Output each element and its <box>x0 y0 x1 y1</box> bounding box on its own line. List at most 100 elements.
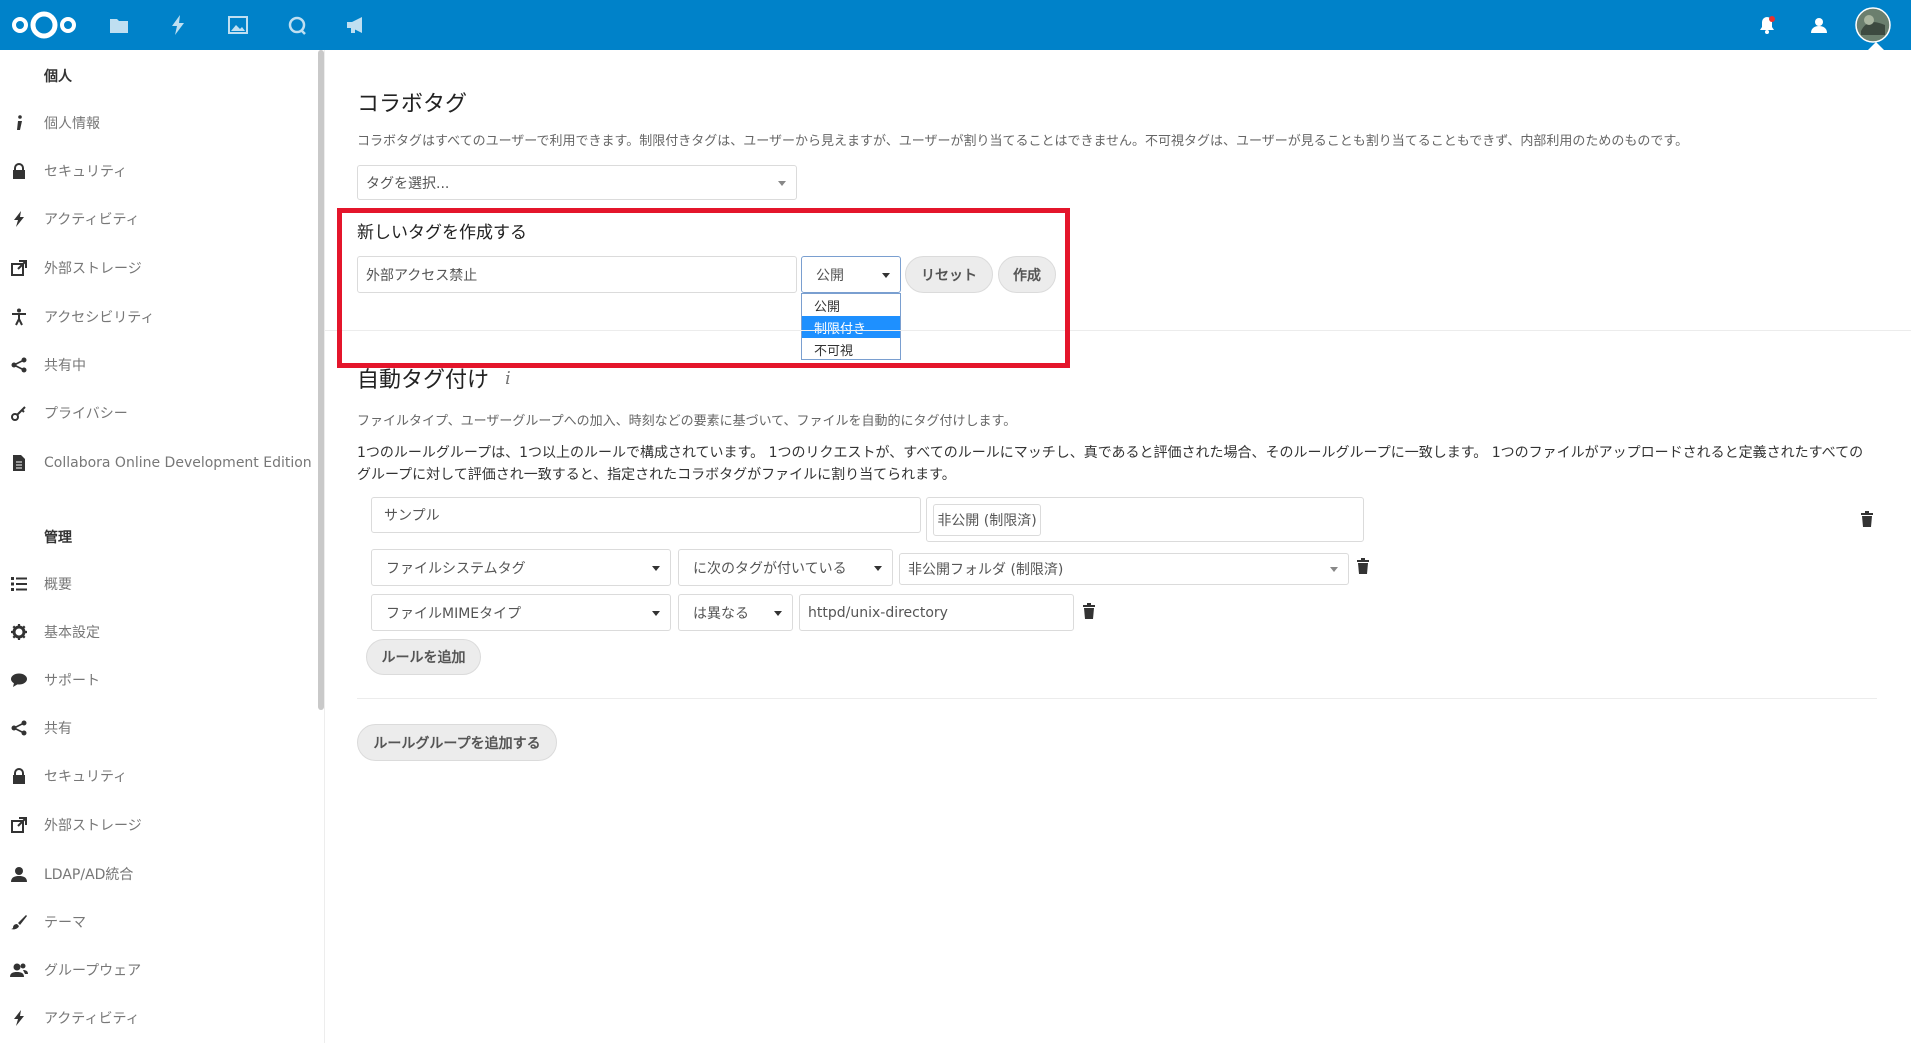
delete-rule-1-trash-icon[interactable] <box>1356 558 1370 574</box>
sidebar-item-label: プライバシー <box>44 406 128 422</box>
files-folder-icon[interactable] <box>104 0 134 50</box>
sidebar-item-label: 共有 <box>44 721 72 737</box>
rule-1-value: 非公開フォルダ (制限済) <box>908 562 1064 578</box>
chat-bubble-icon <box>10 671 28 689</box>
sidebar-item-label: 外部ストレージ <box>44 261 142 277</box>
rule-2-check-select[interactable]: ファイルMIMEタイプ <box>371 594 671 631</box>
sidebar-item-accessibility[interactable]: アクセシビリティ <box>0 297 318 337</box>
rule-2-operator-select[interactable]: は異なる <box>678 594 793 631</box>
talk-search-icon[interactable] <box>282 0 312 50</box>
sidebar-item-label: Collabora Online Development Edition <box>44 455 312 471</box>
rule-2-operator-value: は異なる <box>693 605 749 622</box>
activity-lightning-icon[interactable] <box>163 0 193 50</box>
rule-1-value-select[interactable]: 非公開フォルダ (制限済) <box>899 553 1349 585</box>
rule-1-operator-value: に次のタグが付いている <box>693 560 847 577</box>
sidebar-item-share-admin[interactable]: 共有 <box>0 708 318 748</box>
sidebar-item-label: LDAP/AD統合 <box>44 867 134 883</box>
menu-pointer <box>1868 42 1884 50</box>
sidebar-item-security-admin[interactable]: セキュリティ <box>0 756 318 796</box>
collab-tags-title: コラボタグ <box>357 92 468 117</box>
sidebar-item-support[interactable]: サポート <box>0 660 318 700</box>
personal-heading: 個人 <box>44 69 72 85</box>
photos-image-icon[interactable] <box>223 0 253 50</box>
user-icon <box>10 865 28 883</box>
sidebar-item-theme[interactable]: テーマ <box>0 902 318 942</box>
sidebar-item-label: 外部ストレージ <box>44 818 142 834</box>
paint-brush-icon <box>10 913 28 931</box>
group-icon <box>10 961 28 979</box>
sidebar-item-label: 概要 <box>44 577 72 593</box>
rule-2-check-value: ファイルMIMEタイプ <box>386 605 522 622</box>
rule-group-divider <box>357 698 1877 699</box>
tag-select-dropdown[interactable]: タグを選択... <box>357 165 797 200</box>
sidebar-item-label: セキュリティ <box>44 769 128 785</box>
top-header <box>0 0 1911 50</box>
announcement-megaphone-icon[interactable] <box>341 0 373 50</box>
rule-1-check-value: ファイルシステムタグ <box>386 560 526 577</box>
sidebar-item-label: アクティビティ <box>44 1011 140 1027</box>
collab-tags-description: コラボタグはすべてのユーザーで利用できます。制限付きタグは、ユーザーから見えます… <box>357 134 1689 149</box>
sidebar-item-activity-admin[interactable]: アクティビティ <box>0 998 318 1038</box>
external-link-icon <box>10 259 28 277</box>
sidebar-item-sharing[interactable]: 共有中 <box>0 345 318 385</box>
document-icon <box>10 454 28 472</box>
sidebar-item-security[interactable]: セキュリティ <box>0 151 318 191</box>
nextcloud-logo-icon[interactable] <box>4 0 84 50</box>
assigned-tag-chip[interactable]: 非公開 (制限済) <box>933 504 1041 536</box>
settings-sidebar: 個人 個人情報 セキュリティ アクティビティ 外部ストレージ アクセシビリティ … <box>0 50 325 1043</box>
highlight-annotation-box <box>337 208 1070 368</box>
rule-group-name-input[interactable]: サンプル <box>371 497 921 533</box>
settings-content: コラボタグ コラボタグはすべてのユーザーで利用できます。制限付きタグは、ユーザー… <box>325 50 1911 1043</box>
accessibility-icon <box>10 308 28 326</box>
rule-2-value-input[interactable]: httpd/unix-directory <box>799 594 1074 631</box>
delete-rule-group-trash-icon[interactable] <box>1860 511 1874 527</box>
chevron-down-icon <box>778 180 786 186</box>
gear-icon <box>10 623 28 641</box>
auto-tagging-description: ファイルタイプ、ユーザーグループへの加入、時刻などの要素に基づいて、ファイルを自… <box>357 414 1017 429</box>
chevron-down-icon <box>874 565 882 571</box>
sidebar-item-basic-settings[interactable]: 基本設定 <box>0 612 318 652</box>
sidebar-item-personal-info[interactable]: 個人情報 <box>0 103 318 143</box>
auto-tagging-explanation: 1つのルールグループは、1つ以上のルールで構成されています。 1つのリクエストが… <box>357 445 1864 483</box>
sidebar-item-label: 共有中 <box>44 358 86 374</box>
sidebar-item-label: セキュリティ <box>44 164 128 180</box>
add-rule-group-button[interactable]: ルールグループを追加する <box>357 724 557 761</box>
lightning-icon <box>10 1009 28 1027</box>
external-link-icon <box>10 816 28 834</box>
sidebar-item-label: 基本設定 <box>44 625 100 641</box>
rule-2-value: httpd/unix-directory <box>808 604 948 621</box>
sidebar-item-label: サポート <box>44 673 100 689</box>
tag-select-placeholder: タグを選択... <box>366 175 450 192</box>
admin-heading: 管理 <box>44 530 72 546</box>
sidebar-item-activity[interactable]: アクティビティ <box>0 199 318 239</box>
chevron-down-icon <box>652 565 660 571</box>
contacts-user-icon[interactable] <box>1807 0 1831 50</box>
chevron-down-icon <box>1330 567 1338 572</box>
info-icon[interactable]: i <box>505 368 511 389</box>
share-icon <box>10 356 28 374</box>
info-icon <box>10 114 28 132</box>
rule-1-check-select[interactable]: ファイルシステムタグ <box>371 549 671 586</box>
list-icon <box>10 575 28 593</box>
notifications-bell-icon[interactable] <box>1755 0 1779 50</box>
sidebar-item-collabora[interactable]: Collabora Online Development Edition <box>0 443 318 483</box>
sidebar-item-external-storage[interactable]: 外部ストレージ <box>0 248 318 288</box>
sidebar-item-groupware[interactable]: グループウェア <box>0 950 318 990</box>
sidebar-item-external-storage-admin[interactable]: 外部ストレージ <box>0 805 318 845</box>
lock-icon <box>10 162 28 180</box>
lock-icon <box>10 767 28 785</box>
sidebar-item-label: グループウェア <box>44 963 142 979</box>
sidebar-item-privacy[interactable]: プライバシー <box>0 393 318 433</box>
rule-group-name-value: サンプル <box>384 508 440 524</box>
rule-1-operator-select[interactable]: に次のタグが付いている <box>678 549 893 586</box>
delete-rule-2-trash-icon[interactable] <box>1082 603 1096 619</box>
sidebar-item-ldap[interactable]: LDAP/AD統合 <box>0 854 318 894</box>
chevron-down-icon <box>652 610 660 616</box>
sidebar-item-label: 個人情報 <box>44 116 100 132</box>
assigned-tag-selector[interactable]: 非公開 (制限済) <box>926 497 1364 542</box>
key-icon <box>10 404 28 422</box>
sidebar-scrollbar[interactable] <box>318 50 324 710</box>
add-rule-button[interactable]: ルールを追加 <box>366 639 481 675</box>
sidebar-item-label: アクティビティ <box>44 212 140 228</box>
sidebar-item-overview[interactable]: 概要 <box>0 564 318 604</box>
